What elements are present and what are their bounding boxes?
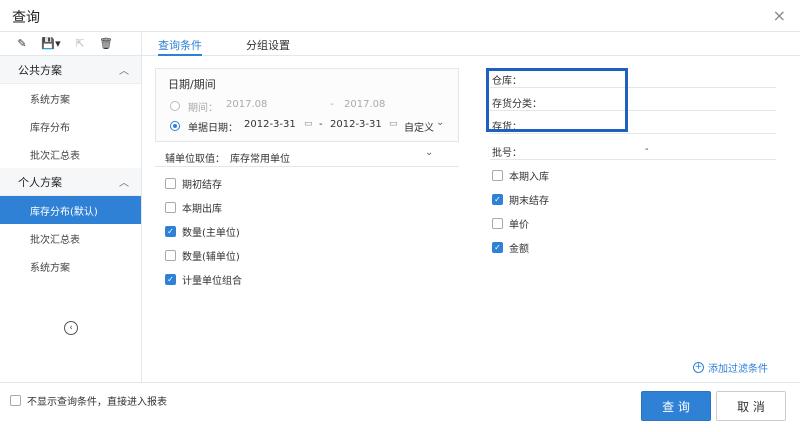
- chevron-down-icon[interactable]: ⌄: [436, 117, 444, 128]
- checkbox-checked[interactable]: ✓: [492, 242, 503, 253]
- check-unit-price[interactable]: 单价: [492, 216, 529, 231]
- dialog-title: 查询: [12, 10, 40, 26]
- period-from-input[interactable]: 2017.08: [226, 99, 267, 110]
- checkbox[interactable]: [165, 202, 176, 213]
- divider: [155, 166, 459, 167]
- period-separator: -: [330, 99, 334, 110]
- active-tab-indicator: [158, 54, 202, 56]
- tab-bar: 查询条件 分组设置: [142, 32, 800, 56]
- doc-date-label: 单据日期：: [188, 123, 238, 134]
- doc-date-radio[interactable]: [170, 121, 180, 131]
- aux-unit-select[interactable]: 库存常用单位: [230, 150, 290, 165]
- personal-scheme-label: 个人方案: [18, 175, 62, 189]
- calendar-icon[interactable]: ▭: [304, 119, 313, 129]
- chevron-up-icon[interactable]: ︿: [119, 174, 129, 189]
- check-opening-balance[interactable]: 期初结存: [165, 176, 222, 191]
- save-icon[interactable]: 💾▾: [40, 36, 62, 52]
- custom-range-dropdown[interactable]: 自定义: [404, 119, 434, 134]
- checkbox[interactable]: [10, 395, 21, 406]
- doc-date-to-input[interactable]: 2012-3-31: [330, 119, 382, 130]
- date-period-label: 日期/期间: [168, 78, 216, 91]
- checkbox-checked[interactable]: ✓: [165, 226, 176, 237]
- tab-group-settings[interactable]: 分组设置: [246, 37, 290, 53]
- dialog-footer: 不显示查询条件，直接进入报表 查 询 取 消: [0, 382, 800, 432]
- checkbox[interactable]: [165, 250, 176, 261]
- collapse-sidebar-icon[interactable]: ‹: [64, 321, 78, 335]
- check-closing-balance[interactable]: ✓ 期末结存: [492, 192, 549, 207]
- skip-query-option[interactable]: 不显示查询条件，直接进入报表: [10, 393, 167, 408]
- sidebar-item-inventory-distribution[interactable]: 库存分布: [0, 112, 141, 140]
- edit-icon[interactable]: ✎: [14, 36, 30, 52]
- scheme-toolbar: ✎ 💾▾ ⇱ 🗑: [0, 32, 141, 56]
- delete-icon[interactable]: 🗑: [98, 36, 114, 52]
- sidebar-item-system-scheme-personal[interactable]: 系统方案: [0, 252, 141, 280]
- close-icon[interactable]: ×: [773, 6, 786, 25]
- check-unit-combination[interactable]: ✓ 计量单位组合: [165, 272, 242, 287]
- checkbox-checked[interactable]: ✓: [492, 194, 503, 205]
- aux-unit-label: 辅单位取值：: [165, 154, 225, 165]
- checkbox-checked[interactable]: ✓: [165, 274, 176, 285]
- period-label: 期间：: [188, 103, 218, 114]
- public-scheme-label: 公共方案: [18, 63, 62, 77]
- batch-field[interactable]: 批号： -: [490, 140, 776, 160]
- export-icon[interactable]: ⇱: [72, 36, 88, 52]
- period-radio[interactable]: [170, 101, 180, 111]
- chevron-up-icon[interactable]: ︿: [119, 62, 129, 77]
- check-qty-main-unit[interactable]: ✓ 数量(主单位): [165, 224, 240, 239]
- sidebar-item-system-scheme[interactable]: 系统方案: [0, 84, 141, 112]
- query-button[interactable]: 查 询: [641, 391, 711, 421]
- date-period-section: 日期/期间 期间： 2017.08 - 2017.08 单据日期： 2012-3…: [155, 68, 459, 142]
- check-period-outbound[interactable]: 本期出库: [165, 200, 222, 215]
- checkbox[interactable]: [492, 170, 503, 181]
- checkbox[interactable]: [492, 218, 503, 229]
- check-qty-aux-unit[interactable]: 数量(辅单位): [165, 248, 240, 263]
- highlight-annotation-box: [486, 68, 628, 132]
- doc-date-from-input[interactable]: 2012-3-31: [244, 119, 296, 130]
- chevron-down-icon[interactable]: ⌄: [425, 147, 433, 158]
- doc-date-separator: -: [319, 119, 323, 130]
- batch-separator: -: [645, 144, 649, 155]
- public-scheme-group[interactable]: 公共方案 ︿: [0, 56, 141, 84]
- checkbox[interactable]: [165, 178, 176, 189]
- sidebar-item-batch-summary[interactable]: 批次汇总表: [0, 140, 141, 168]
- period-to-input[interactable]: 2017.08: [344, 99, 385, 110]
- add-circle-icon: +: [693, 362, 704, 373]
- add-filter-link[interactable]: + 添加过滤条件: [693, 360, 768, 375]
- check-period-inbound[interactable]: 本期入库: [492, 168, 549, 183]
- check-amount[interactable]: ✓ 金额: [492, 240, 529, 255]
- cancel-button[interactable]: 取 消: [716, 391, 786, 421]
- tab-query-conditions[interactable]: 查询条件: [158, 37, 202, 53]
- sidebar-item-inventory-distribution-default[interactable]: 库存分布(默认): [0, 196, 141, 224]
- calendar-icon[interactable]: ▭: [389, 119, 398, 129]
- sidebar-item-batch-summary-personal[interactable]: 批次汇总表: [0, 224, 141, 252]
- dialog-titlebar: 查询 ×: [0, 0, 800, 32]
- personal-scheme-group[interactable]: 个人方案 ︿: [0, 168, 141, 196]
